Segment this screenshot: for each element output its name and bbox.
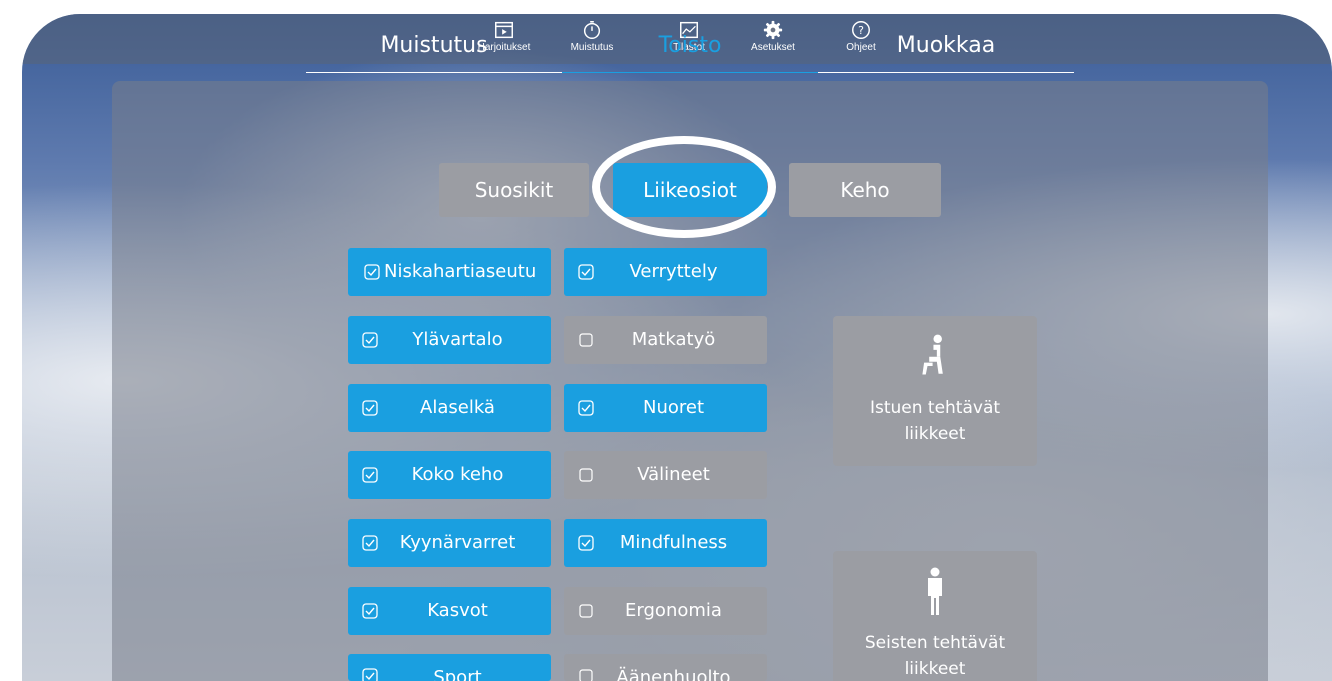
- category-kyynarvarret[interactable]: Kyynärvarret: [348, 519, 551, 567]
- category-niskahartiaseutu[interactable]: Niskahartiaseutu: [348, 248, 551, 296]
- category-label: Verryttely: [629, 261, 718, 282]
- checkbox-checked-icon: [578, 535, 594, 551]
- checkbox-checked-icon: [364, 264, 380, 280]
- checkbox-checked-icon: [362, 332, 378, 348]
- checkbox-checked-icon: [362, 467, 378, 483]
- checkbox-checked-icon: [362, 535, 378, 551]
- category-label: Matkatyö: [631, 329, 716, 350]
- category-valineet[interactable]: Välineet: [564, 451, 767, 499]
- category-label: Ergonomia: [625, 600, 722, 621]
- category-label: Kasvot: [427, 600, 488, 621]
- category-ylavartalo[interactable]: Ylävartalo: [348, 316, 551, 364]
- category-label: Nuoret: [642, 397, 705, 418]
- category-label: Alaselkä: [420, 397, 495, 418]
- posture-line1: Istuen tehtävät: [869, 398, 1001, 418]
- category-label: Niskahartiaseutu: [384, 261, 537, 282]
- category-kasvot[interactable]: Kasvot: [348, 587, 551, 635]
- checkbox-empty-icon: [579, 468, 593, 482]
- segment-keho[interactable]: Keho: [789, 163, 941, 217]
- category-aanenhuolto[interactable]: Äänenhuolto: [564, 654, 767, 681]
- category-label: Välineet: [637, 464, 710, 485]
- checkbox-empty-icon: [579, 333, 593, 347]
- checkbox-checked-icon: [578, 400, 594, 416]
- category-label: Ylävartalo: [412, 329, 503, 350]
- category-mindfulness[interactable]: Mindfulness: [564, 519, 767, 567]
- checkbox-checked-icon: [362, 603, 378, 619]
- category-label: Koko keho: [411, 464, 504, 485]
- standing-exercises-button[interactable]: Seisten tehtävät liikkeet: [833, 551, 1037, 681]
- sitting-exercises-button[interactable]: Istuen tehtävät liikkeet: [833, 316, 1037, 466]
- checkbox-checked-icon: [578, 264, 594, 280]
- segment-suosikit[interactable]: Suosikit: [439, 163, 589, 217]
- posture-line2: liikkeet: [904, 424, 966, 444]
- checkbox-empty-icon: [579, 669, 593, 681]
- posture-line2: liikkeet: [904, 659, 966, 679]
- category-nuoret[interactable]: Nuoret: [564, 384, 767, 432]
- category-alaselka[interactable]: Alaselkä: [348, 384, 551, 432]
- checkbox-checked-icon: [362, 668, 378, 681]
- posture-line1: Seisten tehtävät: [864, 633, 1006, 653]
- category-ergonomia[interactable]: Ergonomia: [564, 587, 767, 635]
- tab-muistutus[interactable]: Muistutus: [306, 30, 562, 73]
- checkbox-empty-icon: [579, 604, 593, 618]
- category-label: Mindfulness: [619, 532, 728, 553]
- sitting-person-icon: [922, 334, 943, 375]
- category-label: Sport: [433, 667, 482, 681]
- tab-muokkaa[interactable]: Muokkaa: [818, 30, 1074, 73]
- category-koko-keho[interactable]: Koko keho: [348, 451, 551, 499]
- standing-person-icon: [928, 567, 942, 615]
- tab-toisto[interactable]: Toisto: [562, 30, 818, 73]
- checkbox-checked-icon: [362, 400, 378, 416]
- category-label: Kyynärvarret: [399, 532, 516, 553]
- segment-liikeosiot[interactable]: Liikeosiot: [613, 163, 767, 217]
- category-matkatyo[interactable]: Matkatyö: [564, 316, 767, 364]
- category-label: Äänenhuolto: [616, 667, 731, 681]
- category-verryttely[interactable]: Verryttely: [564, 248, 767, 296]
- category-sport[interactable]: Sport: [348, 654, 551, 681]
